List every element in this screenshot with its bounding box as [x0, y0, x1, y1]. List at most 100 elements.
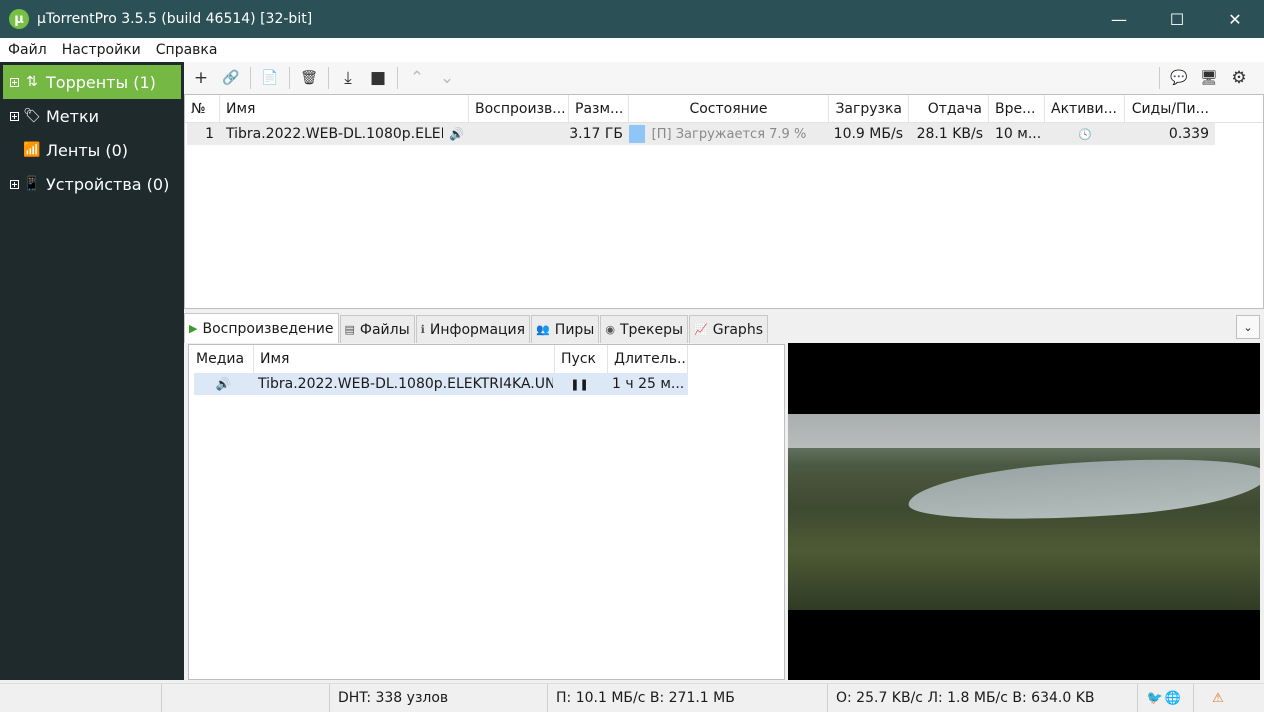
- speaker-icon[interactable]: 🔊: [194, 373, 252, 395]
- window-title: µTorrentPro 3.5.5 (build 46514) [32-bit]: [37, 11, 313, 27]
- video-frame: [788, 414, 1260, 610]
- column-name[interactable]: Имя: [254, 345, 555, 373]
- graph-icon: 📈: [694, 323, 708, 336]
- sidebar-item-labels[interactable]: 🏷 Метки: [3, 99, 181, 133]
- move-up-button[interactable]: ⌃: [402, 64, 432, 92]
- playback-list: Медиа Имя Пуск Длитель... 🔊 Tibra.2022.W…: [188, 344, 785, 680]
- remote-button[interactable]: 🖥: [1194, 64, 1224, 92]
- window-controls: — ☐ ✕: [1090, 0, 1264, 38]
- playback-cell: [469, 123, 569, 145]
- column-duration[interactable]: Длитель...: [608, 345, 688, 373]
- start-button[interactable]: ⤓: [333, 64, 363, 92]
- speaker-glyph: 🔊: [449, 127, 464, 141]
- plus-icon: +: [193, 68, 209, 88]
- tab-trackers[interactable]: ◉ Трекеры: [600, 315, 689, 343]
- video-preview[interactable]: [788, 343, 1260, 680]
- torrent-number: 1: [205, 126, 214, 142]
- chat-button[interactable]: 💬: [1164, 64, 1194, 92]
- column-download[interactable]: Загрузка: [829, 95, 909, 122]
- tag-icon: 🏷: [23, 108, 41, 124]
- toolbar-right: 💬 🖥 ⚙: [1155, 64, 1254, 92]
- table-row[interactable]: 🔊 Tibra.2022.WEB-DL.1080p.ELEKTRI4KA.UN.…: [194, 373, 688, 395]
- sidebar-item-torrents[interactable]: ⇅ Торренты (1): [3, 65, 181, 99]
- menu-file[interactable]: Файл: [0, 42, 54, 58]
- column-media[interactable]: Медиа: [190, 345, 254, 373]
- tab-label: Graphs: [712, 321, 763, 338]
- collapse-panel-button[interactable]: ⌄: [1236, 315, 1260, 339]
- move-down-button[interactable]: ⌄: [432, 64, 462, 92]
- toolbar-divider: [328, 67, 329, 89]
- settings-button[interactable]: ⚙: [1224, 64, 1254, 92]
- menu-settings[interactable]: Настройки: [54, 42, 148, 58]
- pause-button[interactable]: ❚❚: [553, 373, 606, 395]
- create-torrent-button[interactable]: 📄: [255, 64, 285, 92]
- files-icon: ▤: [344, 323, 355, 336]
- playback-list-header: Медиа Имя Пуск Длитель...: [190, 345, 784, 373]
- add-url-button[interactable]: 🔗: [216, 64, 246, 92]
- upload-status: О: 25.7 KB/с Л: 1.8 МБ/с В: 634.0 KB: [828, 683, 1138, 712]
- add-torrent-button[interactable]: +: [186, 64, 216, 92]
- chevron-down-icon: ⌄: [439, 68, 455, 88]
- expand-icon[interactable]: [10, 111, 19, 121]
- maximize-button[interactable]: ☐: [1148, 0, 1206, 38]
- sidebar-item-feeds[interactable]: 📶 Ленты (0): [3, 133, 181, 167]
- tab-label: Пиры: [554, 321, 595, 338]
- peers-icon: 👥: [536, 323, 550, 336]
- warning-icon: ⚠: [1212, 690, 1224, 706]
- utorrent-logo-icon: µ: [9, 9, 29, 29]
- toolbar: + 🔗 📄 🗑 ⤓ ■ ⌃ ⌄ 💬 🖥 ⚙: [184, 62, 1264, 94]
- column-ratio[interactable]: Сиды/Пи...: [1125, 95, 1215, 122]
- detail-tabs: ▶ Воспроизведение ▤ Файлы ℹ Информация 👥…: [184, 313, 1264, 343]
- twitter-icon[interactable]: 🐦: [1146, 689, 1164, 707]
- tab-graphs[interactable]: 📈 Graphs: [689, 315, 768, 343]
- download-status: П: 10.1 МБ/с В: 271.1 МБ: [548, 683, 828, 712]
- tab-peers[interactable]: 👥 Пиры: [531, 315, 600, 343]
- stop-button[interactable]: ■: [363, 64, 393, 92]
- chat-icon: 💬: [1170, 70, 1188, 86]
- download-icon: ⤓: [344, 68, 352, 88]
- toolbar-divider: [289, 67, 290, 89]
- monitor-icon: 🖥: [1200, 70, 1218, 86]
- column-number[interactable]: №: [185, 95, 220, 122]
- expand-icon[interactable]: [10, 179, 19, 189]
- info-icon: ℹ: [420, 323, 425, 336]
- tab-files[interactable]: ▤ Файлы: [339, 315, 415, 343]
- close-button[interactable]: ✕: [1206, 0, 1264, 38]
- remove-button[interactable]: 🗑: [294, 64, 324, 92]
- status-text: [П] Загружается 7.9 %: [651, 126, 807, 142]
- play-icon: ▶: [189, 322, 198, 335]
- gear-icon: ⚙: [1231, 68, 1247, 88]
- column-play[interactable]: Пуск: [555, 345, 608, 373]
- dht-status: DHT: 338 узлов: [330, 683, 548, 712]
- torrent-name: Tibra.2022.WEB-DL.1080p.ELEK...: [226, 126, 443, 142]
- speaker-icon[interactable]: 🔊: [443, 123, 469, 145]
- column-upload[interactable]: Отдача: [909, 95, 989, 122]
- torrent-time: 10 м...: [995, 126, 1042, 142]
- globe-icon[interactable]: 🌐: [1164, 689, 1182, 707]
- expand-icon[interactable]: [10, 77, 19, 87]
- torrent-download-speed: 10.9 МБ/s: [833, 126, 903, 142]
- column-playback[interactable]: Воспроизв...: [469, 95, 569, 122]
- status-segment-empty: [162, 683, 330, 712]
- minimize-button[interactable]: —: [1090, 0, 1148, 38]
- sidebar-item-devices[interactable]: 📱 Устройства (0): [3, 167, 181, 201]
- progress-bar: [629, 125, 645, 143]
- tab-info[interactable]: ℹ Информация: [415, 315, 531, 343]
- pause-icon: ❚❚: [570, 377, 589, 391]
- trash-icon: 🗑: [300, 70, 318, 86]
- column-activity[interactable]: Активи...: [1045, 95, 1125, 122]
- chevron-up-icon: ⌃: [409, 68, 425, 88]
- column-size[interactable]: Разм...: [569, 95, 629, 122]
- column-time[interactable]: Вре...: [989, 95, 1045, 122]
- torrent-upload-speed: 28.1 KB/s: [916, 126, 983, 142]
- warning-indicator[interactable]: ⚠: [1194, 684, 1234, 712]
- column-status[interactable]: Состояние: [629, 95, 829, 122]
- status-segment-empty: [0, 683, 162, 712]
- table-row[interactable]: 1 Tibra.2022.WEB-DL.1080p.ELEK... 🔊 3.17…: [187, 123, 1215, 145]
- tab-label: Информация: [429, 321, 526, 338]
- column-name[interactable]: Имя: [220, 95, 469, 122]
- menu-help[interactable]: Справка: [148, 42, 225, 58]
- link-icon: 🔗: [222, 70, 240, 86]
- tab-playback[interactable]: ▶ Воспроизведение: [184, 313, 339, 343]
- title-bar: µ µTorrentPro 3.5.5 (build 46514) [32-bi…: [0, 0, 1264, 38]
